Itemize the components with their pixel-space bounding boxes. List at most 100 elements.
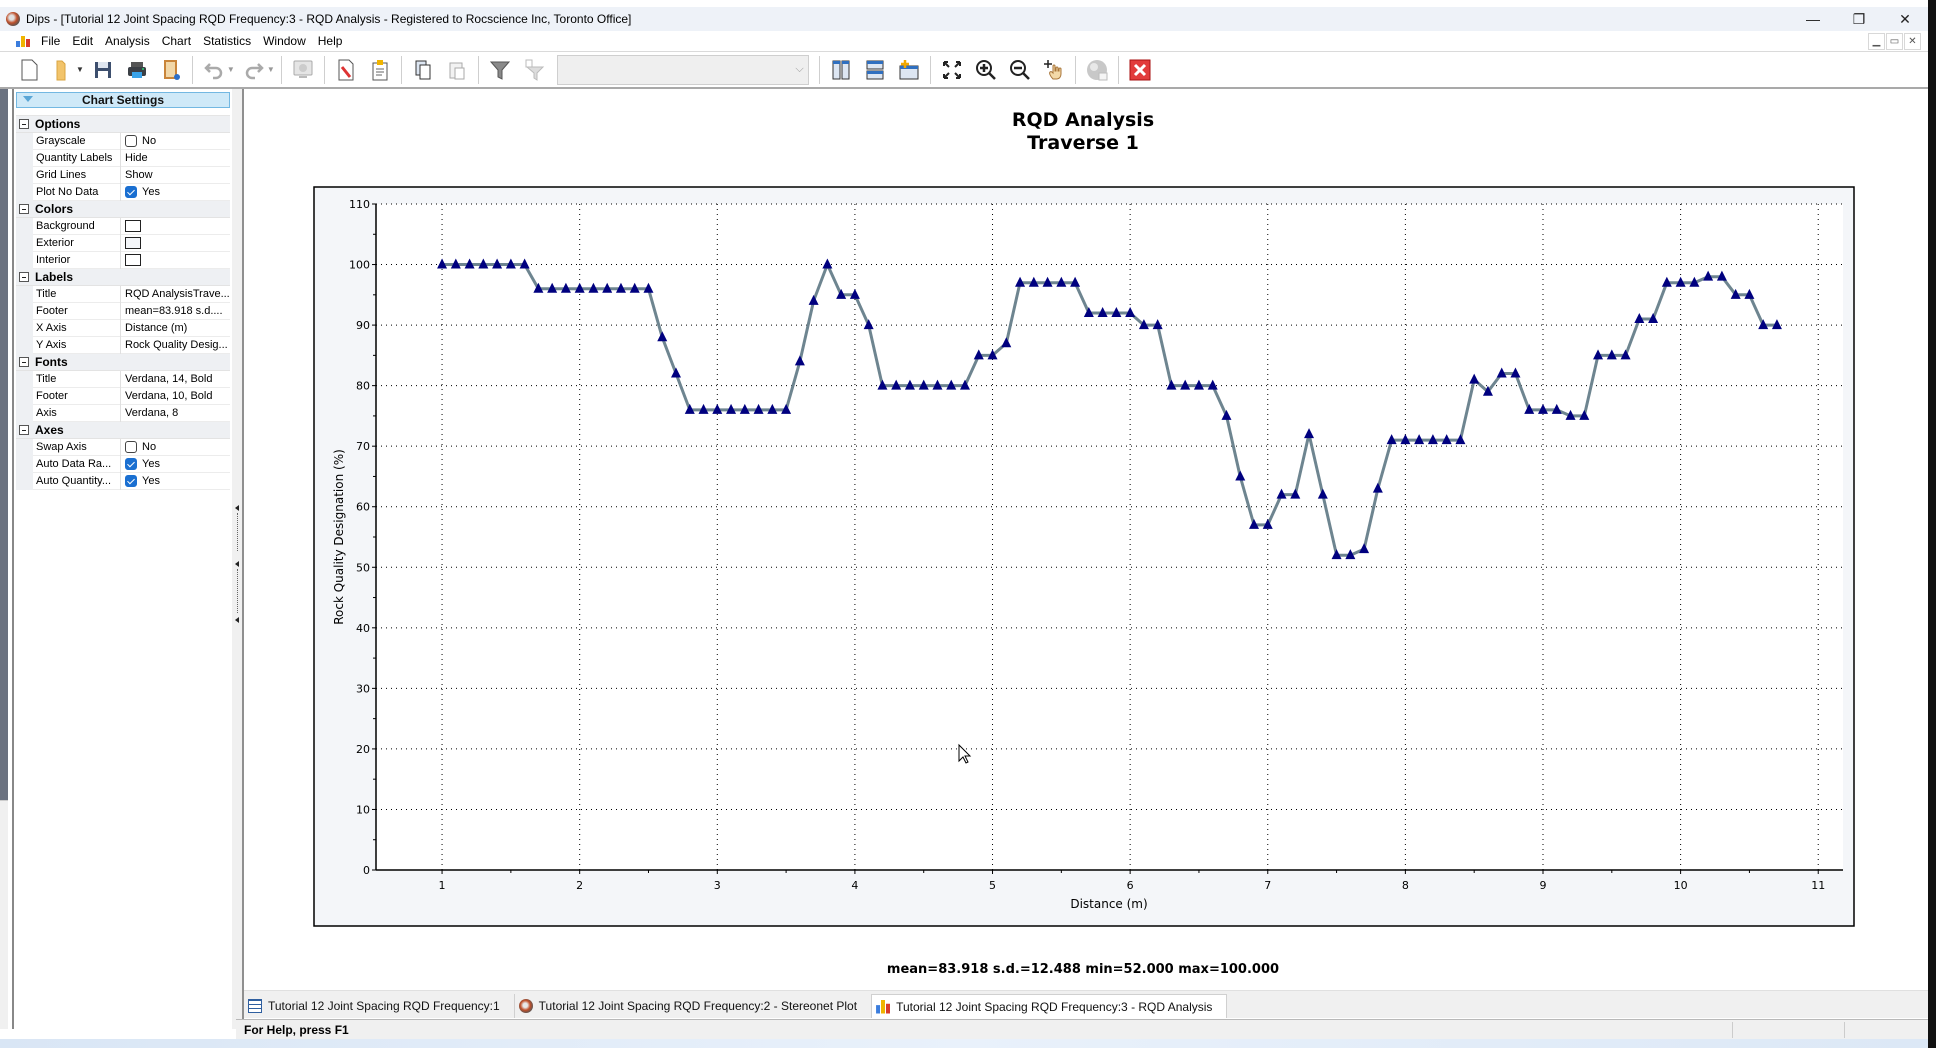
color-swatch[interactable] — [125, 254, 141, 266]
category-axes[interactable]: Axes — [16, 422, 230, 439]
property-checkbox[interactable] — [125, 441, 137, 453]
property-row[interactable]: Title Verdana, 14, Bold — [16, 370, 230, 388]
property-row[interactable]: Swap Axis No — [16, 438, 230, 456]
filter-button[interactable] — [486, 56, 514, 84]
export-button[interactable] — [157, 56, 185, 84]
undo-button[interactable] — [200, 56, 228, 84]
open-dropdown-arrow[interactable]: ▼ — [76, 65, 84, 74]
redo-dropdown-arrow[interactable]: ▼ — [267, 65, 275, 74]
property-value[interactable]: Verdana, 14, Bold — [121, 371, 230, 388]
property-value[interactable]: RQD AnalysisTrave... — [121, 286, 230, 303]
property-value[interactable] — [121, 218, 230, 235]
open-file-button[interactable] — [49, 56, 77, 84]
property-row[interactable]: Grid Lines Show — [16, 166, 230, 184]
collapse-toggle-icon[interactable] — [19, 119, 29, 129]
property-value[interactable] — [121, 252, 230, 269]
category-colors[interactable]: Colors — [16, 201, 230, 218]
property-value[interactable]: Yes — [121, 473, 230, 490]
mdi-close-button[interactable]: ✕ — [1904, 33, 1921, 50]
property-row[interactable]: Interior — [16, 251, 230, 269]
zoom-extents-button[interactable] — [938, 56, 966, 84]
property-checkbox[interactable] — [125, 475, 137, 487]
toolbar-combo-box[interactable]: ⌵ — [556, 54, 809, 85]
collapse-toggle-icon[interactable] — [19, 272, 29, 282]
undo-dropdown-arrow[interactable]: ▼ — [227, 65, 235, 74]
property-value[interactable]: mean=83.918 s.d.... — [121, 303, 230, 320]
tile-horizontal-button[interactable] — [861, 56, 889, 84]
collapse-toggle-icon[interactable] — [19, 425, 29, 435]
property-checkbox[interactable] — [125, 135, 137, 147]
properties-button[interactable] — [332, 56, 360, 84]
property-row[interactable]: Title RQD AnalysisTrave... — [16, 285, 230, 303]
clipboard-button[interactable] — [366, 56, 394, 84]
new-file-button[interactable] — [15, 56, 43, 84]
property-row[interactable]: Quantity Labels Hide — [16, 149, 230, 167]
property-value[interactable]: Verdana, 8 — [121, 405, 230, 422]
display-button[interactable] — [289, 56, 317, 84]
menu-window[interactable]: Window — [257, 34, 312, 48]
category-fonts[interactable]: Fonts — [16, 354, 230, 371]
minimize-button[interactable]: — — [1790, 7, 1836, 31]
menu-edit[interactable]: Edit — [66, 34, 99, 48]
zoom-out-button[interactable] — [1006, 56, 1034, 84]
chart-settings-header[interactable]: Chart Settings — [16, 92, 230, 108]
rqd-chart-view[interactable]: RQD Analysis Traverse 1 0 10 20 30 40 50 60 70 8… — [244, 89, 1928, 989]
property-checkbox[interactable] — [125, 458, 137, 470]
property-value[interactable] — [121, 235, 230, 252]
document-tab[interactable]: Tutorial 12 Joint Spacing RQD Frequency:… — [244, 994, 515, 1018]
document-tab[interactable]: Tutorial 12 Joint Spacing RQD Frequency:… — [515, 994, 873, 1018]
restore-button[interactable]: ❐ — [1836, 7, 1882, 31]
property-value[interactable]: Yes — [121, 456, 230, 473]
property-row[interactable]: X Axis Distance (m) — [16, 319, 230, 337]
property-row[interactable]: Footer Verdana, 10, Bold — [16, 387, 230, 405]
tile-vertical-button[interactable] — [827, 56, 855, 84]
copy-button[interactable] — [409, 56, 437, 84]
property-checkbox[interactable] — [125, 186, 137, 198]
panel-splitter[interactable] — [232, 89, 244, 1029]
collapse-left-arrow-icon[interactable] — [235, 505, 239, 511]
property-row[interactable]: Footer mean=83.918 s.d.... — [16, 302, 230, 320]
property-row[interactable]: Auto Data Ra... Yes — [16, 455, 230, 473]
zoom-in-button[interactable] — [972, 56, 1000, 84]
property-value[interactable]: Show — [121, 167, 230, 184]
chart-document-icon[interactable] — [16, 35, 30, 47]
save-button[interactable] — [89, 56, 117, 84]
category-options[interactable]: Options — [16, 116, 230, 133]
paste-button[interactable] — [443, 56, 471, 84]
mdi-restore-button[interactable]: ▭ — [1886, 33, 1903, 50]
property-value[interactable]: No — [121, 439, 230, 456]
menu-help[interactable]: Help — [312, 34, 349, 48]
property-row[interactable]: Plot No Data Yes — [16, 183, 230, 201]
property-row[interactable]: Background — [16, 217, 230, 235]
pan-button[interactable] — [1040, 56, 1068, 84]
color-swatch[interactable] — [125, 237, 141, 249]
property-value[interactable]: Yes — [121, 184, 230, 201]
redo-button[interactable] — [240, 56, 268, 84]
property-row[interactable]: Grayscale No — [16, 132, 230, 150]
collapse-left-arrow-icon[interactable] — [235, 617, 239, 623]
color-swatch[interactable] — [125, 220, 141, 232]
property-row[interactable]: Exterior — [16, 234, 230, 252]
collapse-toggle-icon[interactable] — [19, 204, 29, 214]
new-window-button[interactable] — [895, 56, 923, 84]
property-value[interactable]: Verdana, 10, Bold — [121, 388, 230, 405]
collapse-left-arrow-icon[interactable] — [235, 561, 239, 567]
menu-file[interactable]: File — [35, 34, 66, 48]
collapse-toggle-icon[interactable] — [19, 357, 29, 367]
property-value[interactable]: Hide — [121, 150, 230, 167]
category-labels[interactable]: Labels — [16, 269, 230, 286]
collapsed-side-panel-lower[interactable] — [0, 800, 8, 1029]
menu-statistics[interactable]: Statistics — [197, 34, 257, 48]
mdi-minimize-button[interactable]: ▁ — [1868, 33, 1885, 50]
menu-analysis[interactable]: Analysis — [99, 34, 156, 48]
sphere-button[interactable] — [1083, 56, 1111, 84]
property-row[interactable]: Y Axis Rock Quality Desig... — [16, 336, 230, 354]
document-tab[interactable]: Tutorial 12 Joint Spacing RQD Frequency:… — [872, 994, 1228, 1018]
close-button[interactable]: ✕ — [1882, 7, 1928, 31]
property-value[interactable]: No — [121, 133, 230, 150]
menu-chart[interactable]: Chart — [156, 34, 197, 48]
property-row[interactable]: Auto Quantity... Yes — [16, 472, 230, 490]
close-view-button[interactable] — [1126, 56, 1154, 84]
filter-options-button[interactable] — [520, 56, 548, 84]
property-value[interactable]: Distance (m) — [121, 320, 230, 337]
